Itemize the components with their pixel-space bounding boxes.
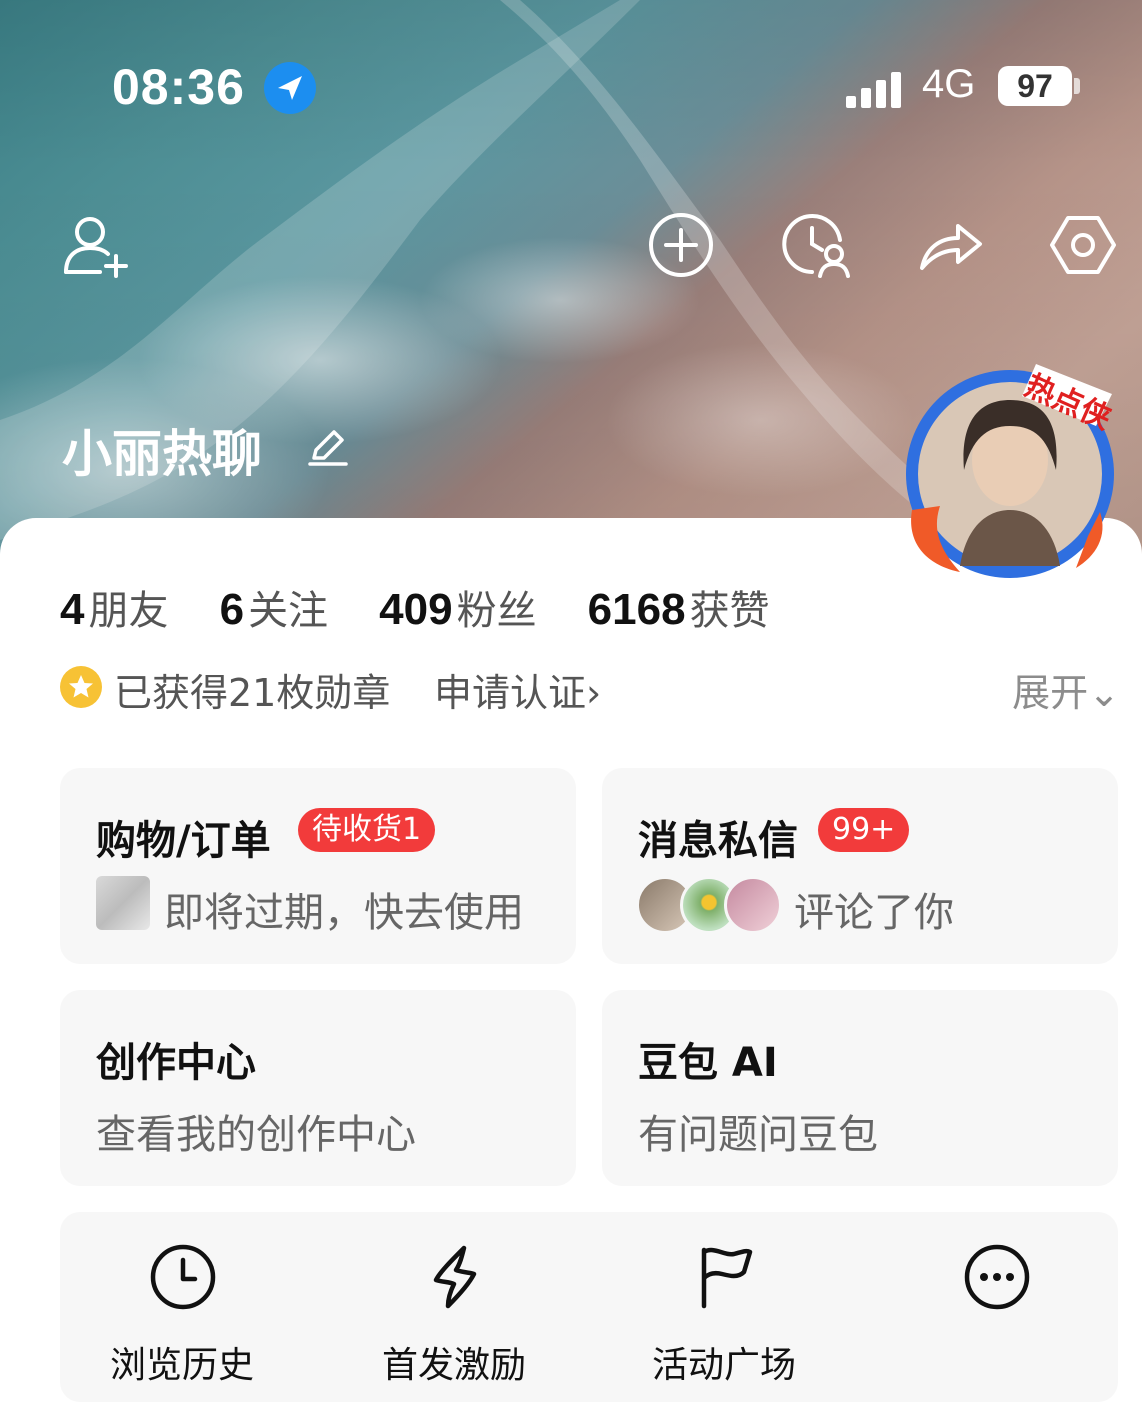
card-subtitle: 有问题问豆包 (638, 1112, 878, 1158)
stat-followers[interactable]: 409 粉丝 (379, 578, 536, 636)
share-icon[interactable] (916, 210, 986, 280)
commenter-avatar (724, 876, 782, 934)
card-subtitle: 评论了你 (794, 890, 954, 936)
stat-value: 409 (379, 585, 453, 634)
tool-more[interactable] (876, 1212, 1116, 1402)
expand-button[interactable]: 展开⌄ (1012, 662, 1120, 717)
tool-browse-history[interactable]: 浏览历史 (62, 1212, 302, 1402)
pending-delivery-badge: 待收货1 (298, 808, 436, 852)
edit-name-icon[interactable] (306, 424, 350, 468)
stat-value: 6 (219, 585, 245, 634)
stat-likes[interactable]: 6168 获赞 (588, 578, 770, 636)
more-icon (964, 1244, 1030, 1310)
stat-following[interactable]: 6 关注 (220, 578, 328, 636)
stat-value: 4 (60, 585, 85, 634)
tools-row: 浏览历史 首发激励 活动广场 (60, 1212, 1118, 1402)
network-type: 4G (922, 62, 976, 106)
card-title: 创作中心 (96, 1040, 256, 1086)
card-subtitle: 即将过期，快去使用 (164, 890, 524, 936)
battery-level: 97 (998, 66, 1072, 106)
stat-label: 粉丝 (456, 588, 537, 634)
settings-icon[interactable] (1048, 210, 1118, 280)
tool-label: 活动广场 (651, 1345, 796, 1386)
apply-verification-link[interactable]: 申请认证› (434, 662, 601, 717)
tool-activity-square[interactable]: 活动广场 (604, 1212, 844, 1402)
stat-label: 获赞 (689, 588, 770, 634)
tool-label: 浏览历史 (109, 1345, 254, 1386)
profile-name: 小丽热聊 (62, 425, 262, 483)
creator-center-card[interactable]: 创作中心 查看我的创作中心 (60, 990, 576, 1186)
tool-label: 首发激励 (381, 1345, 526, 1386)
doubao-ai-card[interactable]: 豆包 AI 有问题问豆包 (602, 990, 1118, 1186)
status-time: 08:36 (112, 59, 245, 115)
card-title: 购物/订单 (96, 818, 271, 864)
stat-label: 朋友 (88, 588, 169, 634)
add-friend-icon[interactable] (60, 210, 130, 280)
cellular-signal-icon (846, 72, 901, 108)
clock-icon (150, 1244, 216, 1310)
lightning-icon (433, 1245, 477, 1309)
medal-icon (60, 666, 102, 708)
shopping-orders-card[interactable]: 购物/订单 待收货1 即将过期，快去使用 (60, 768, 576, 964)
location-arrow-icon (264, 62, 316, 114)
tool-launch-incentive[interactable]: 首发激励 (334, 1212, 574, 1402)
card-title: 豆包 AI (638, 1040, 778, 1086)
stat-friends[interactable]: 4 朋友 (60, 578, 168, 636)
battery-tip (1074, 78, 1080, 94)
stat-value: 6168 (587, 585, 686, 634)
add-content-icon[interactable] (646, 210, 716, 280)
medals-link[interactable]: 已获得21枚勋章 (114, 662, 390, 717)
product-thumbnail (96, 876, 150, 930)
card-subtitle: 查看我的创作中心 (96, 1112, 416, 1158)
card-title: 消息私信 (638, 818, 798, 864)
visitor-history-icon[interactable] (782, 210, 852, 280)
badges-row: 已获得21枚勋章 申请认证› 展开⌄ (60, 662, 1120, 715)
profile-stats: 4 朋友 6 关注 409 粉丝 6168 获赞 (60, 578, 816, 638)
messages-card[interactable]: 消息私信 99+ 评论了你 (602, 768, 1118, 964)
status-bar: 08:36 4G 97 (0, 58, 1142, 118)
stat-label: 关注 (248, 588, 329, 634)
avatar[interactable]: 热点侠 (900, 360, 1120, 582)
unread-count-badge: 99+ (818, 808, 910, 852)
flag-icon (701, 1247, 753, 1309)
